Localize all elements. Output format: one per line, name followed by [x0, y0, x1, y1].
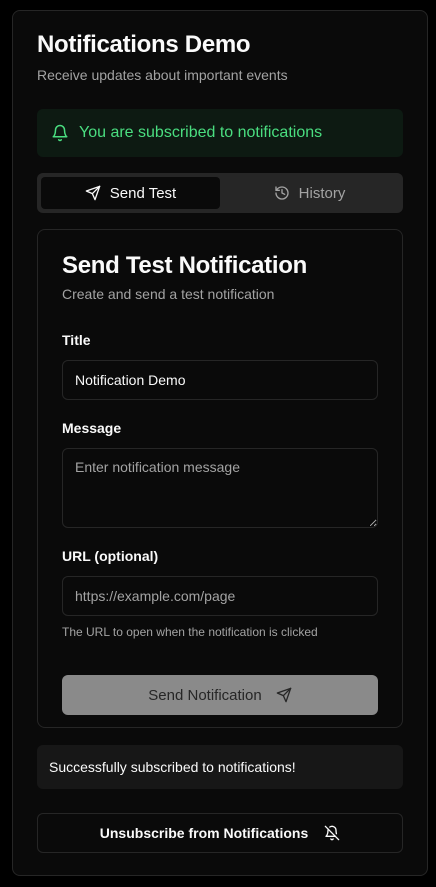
- send-test-panel: Send Test Notification Create and send a…: [37, 229, 403, 728]
- app-subtitle: Receive updates about important events: [37, 67, 288, 83]
- app-title: Notifications Demo: [37, 31, 251, 58]
- success-toast: Successfully subscribed to notifications…: [37, 745, 403, 789]
- bell-icon: [51, 124, 69, 142]
- unsubscribe-label: Unsubscribe from Notifications: [99, 825, 309, 841]
- success-toast-text: Successfully subscribed to notifications…: [49, 759, 296, 775]
- panel-title: Send Test Notification: [62, 252, 307, 279]
- panel-subtitle: Create and send a test notification: [62, 286, 275, 302]
- bell-off-icon: [324, 825, 340, 841]
- subscription-status-text: You are subscribed to notifications: [79, 124, 323, 141]
- title-input[interactable]: [62, 360, 378, 400]
- message-textarea[interactable]: [62, 448, 378, 528]
- subscription-status-banner: You are subscribed to notifications: [37, 109, 403, 157]
- message-field-label: Message: [62, 420, 122, 436]
- url-field-label: URL (optional): [62, 548, 159, 564]
- send-icon: [276, 687, 292, 703]
- url-help-text: The URL to open when the notification is…: [62, 625, 318, 639]
- tab-send-test[interactable]: Send Test: [41, 177, 220, 209]
- title-field-label: Title: [62, 332, 91, 348]
- tab-history-label: History: [298, 184, 346, 202]
- url-input[interactable]: [62, 576, 378, 616]
- notifications-card: Notifications Demo Receive updates about…: [12, 10, 428, 876]
- history-icon: [274, 185, 290, 201]
- tab-send-test-label: Send Test: [109, 184, 177, 202]
- send-notification-label: Send Notification: [148, 686, 262, 704]
- send-notification-button[interactable]: Send Notification: [62, 675, 378, 715]
- tab-history[interactable]: History: [220, 177, 399, 209]
- unsubscribe-button[interactable]: Unsubscribe from Notifications: [37, 813, 403, 853]
- send-icon: [85, 185, 101, 201]
- tab-list: Send Test History: [37, 173, 403, 213]
